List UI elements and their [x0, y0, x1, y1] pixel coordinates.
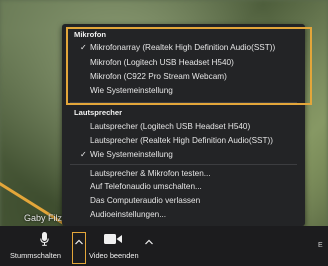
audio-options-highlight [72, 232, 86, 264]
mic-option-label: Mikrofonarray (Realtek High Definition A… [90, 43, 276, 52]
speaker-section-header: Lautsprecher [74, 108, 123, 117]
mic-option-realtek[interactable]: ✓ Mikrofonarray (Realtek High Definition… [70, 41, 297, 54]
check-icon: ✓ [80, 150, 87, 159]
chevron-up-icon[interactable] [144, 238, 154, 246]
audio-menu: Mikrofon ✓ Mikrofonarray (Realtek High D… [62, 24, 305, 226]
speaker-option-logitech[interactable]: Lautsprecher (Logitech USB Headset H540) [70, 120, 297, 133]
mic-option-system[interactable]: Wie Systemeinstellung [70, 84, 297, 97]
menu-divider [70, 164, 297, 165]
mic-option-label: Mikrofon (C922 Pro Stream Webcam) [90, 72, 227, 81]
test-audio-item[interactable]: Lautsprecher & Mikrofon testen... [70, 167, 297, 180]
speaker-option-label: Lautsprecher (Realtek High Definition Au… [90, 136, 273, 145]
leave-computer-audio-item[interactable]: Das Computeraudio verlassen [70, 194, 297, 207]
stop-video-button[interactable]: Video beenden [88, 226, 140, 266]
audio-settings-item[interactable]: Audioeinstellungen... [70, 208, 297, 221]
speaker-option-system[interactable]: ✓ Wie Systemeinstellung [70, 148, 297, 161]
switch-phone-audio-item[interactable]: Auf Telefonaudio umschalten... [70, 180, 297, 193]
menu-item-label: Auf Telefonaudio umschalten... [90, 182, 202, 191]
stop-video-label: Video beenden [89, 251, 139, 260]
menu-item-label: Audioeinstellungen... [90, 210, 167, 219]
mic-option-webcam[interactable]: Mikrofon (C922 Pro Stream Webcam) [70, 70, 297, 83]
speaker-option-label: Wie Systemeinstellung [90, 150, 173, 159]
speaker-option-label: Lautsprecher (Logitech USB Headset H540) [90, 122, 251, 131]
chevron-up-icon[interactable] [74, 238, 84, 246]
mic-option-label: Mikrofon (Logitech USB Headset H540) [90, 58, 234, 67]
menu-item-label: Lautsprecher & Mikrofon testen... [90, 169, 211, 178]
check-icon: ✓ [80, 43, 87, 52]
menu-divider [70, 102, 297, 103]
speaker-option-realtek[interactable]: Lautsprecher (Realtek High Definition Au… [70, 134, 297, 147]
mute-button-label: Stummschalten [10, 251, 61, 260]
toolbar-right-edge-label: E [318, 242, 323, 249]
mic-option-logitech[interactable]: Mikrofon (Logitech USB Headset H540) [70, 56, 297, 69]
mute-button[interactable]: Stummschalten [10, 226, 70, 266]
microphone-section-header: Mikrofon [74, 30, 107, 39]
menu-item-label: Das Computeraudio verlassen [90, 196, 201, 205]
mic-option-label: Wie Systemeinstellung [90, 86, 173, 95]
